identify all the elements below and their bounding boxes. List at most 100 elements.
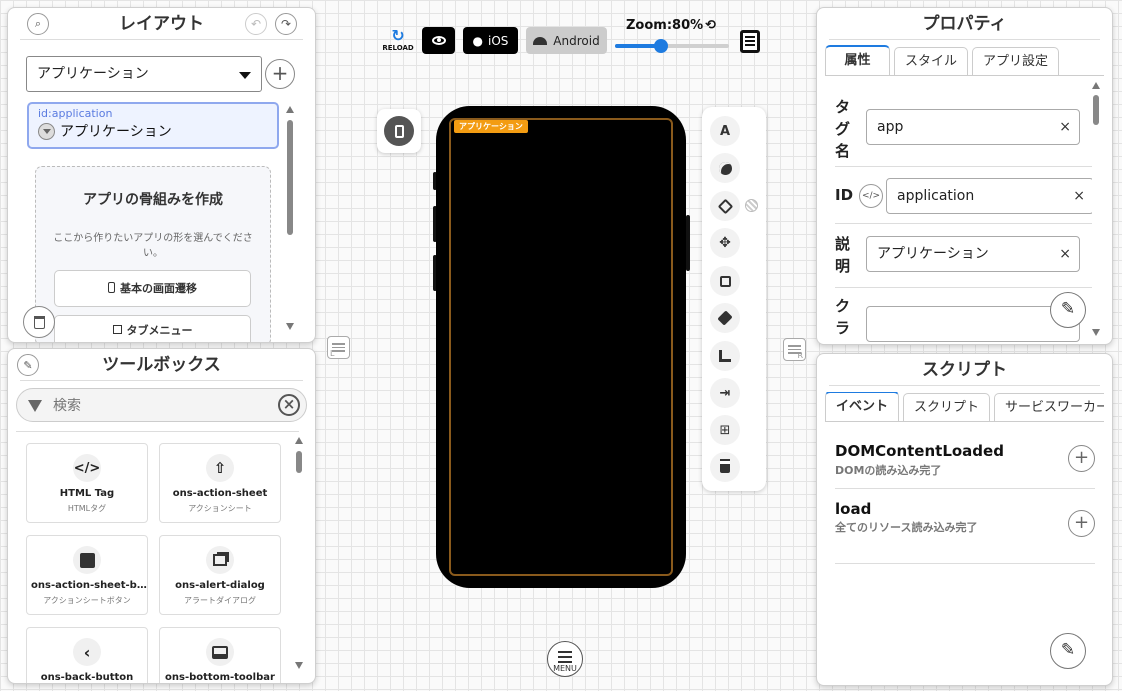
chevron-left-icon: ‹ <box>73 638 101 666</box>
clear-description-icon[interactable]: × <box>1059 237 1071 271</box>
text-icon[interactable]: A <box>710 116 740 146</box>
phone-side-button-4 <box>686 215 690 271</box>
undo-icon[interactable]: ↶ <box>245 13 267 35</box>
toolbox-card-back-button[interactable]: ‹ ons-back-button <box>26 627 148 683</box>
filter-icon <box>28 400 42 412</box>
fill-icon[interactable] <box>710 191 740 221</box>
tag-name-field[interactable]: app × <box>866 109 1080 145</box>
script-panel: スクリプト イベント スクリプト サービスワーカー DOMContentLoad… <box>816 353 1113 686</box>
toolbox-card-html-tag[interactable]: </> HTML Tag HTMLタグ <box>26 443 148 523</box>
add-event-icon[interactable]: + <box>1068 445 1095 472</box>
add-icon[interactable]: + <box>265 59 295 89</box>
reload-icon: ↻ <box>391 26 405 45</box>
android-label: Android <box>553 33 600 48</box>
skeleton-desc: ここから作りたいアプリの形を選んでください。 <box>53 233 253 259</box>
tree-item-label: アプリケーション <box>60 124 172 140</box>
toolbox-grid: </> HTML Tag HTMLタグ ⇧ ons-action-sheet ア… <box>16 431 299 683</box>
right-panel-handle[interactable]: R <box>783 338 806 361</box>
document-icon[interactable] <box>740 30 760 53</box>
id-label: ID <box>835 186 854 204</box>
phone-icon <box>108 282 115 293</box>
tab-service-worker[interactable]: サービスワーカー <box>994 393 1104 421</box>
layout-select-value: アプリケーション <box>37 66 149 82</box>
layout-panel: ⌕ レイアウト ↶ ↷ アプリケーション + id:application アプ… <box>7 7 316 343</box>
toolbox-card-action-sheet[interactable]: ⇧ ons-action-sheet アクションシート <box>159 443 281 523</box>
zoom-slider-thumb[interactable] <box>654 39 668 53</box>
edit-icon[interactable]: ✎ <box>17 354 39 376</box>
layout-select[interactable]: アプリケーション <box>26 56 262 92</box>
reload-label: RELOAD <box>382 44 414 52</box>
ios-button[interactable]: ● iOS <box>463 27 518 54</box>
class-field[interactable] <box>866 306 1080 342</box>
event-desc: 全てのリソース読み込み完了 <box>835 521 978 534</box>
tab-style[interactable]: スタイル <box>894 47 969 75</box>
tab-events[interactable]: イベント <box>825 392 900 421</box>
toolbox-panel-title: ツールボックス <box>20 349 303 381</box>
skeleton-box: アプリの骨組みを作成 ここから作りたいアプリの形を選んでください。 基本の画面遷… <box>35 166 271 342</box>
edit-icon: ✎ <box>1060 299 1076 319</box>
menu-label: MENU <box>553 664 577 673</box>
toolbox-card-bottom-toolbar[interactable]: ons-bottom-toolbar <box>159 627 281 683</box>
class-label: クラ <box>835 297 851 337</box>
edit-icon: ✎ <box>1060 640 1076 660</box>
left-panel-handle[interactable]: L <box>327 336 350 359</box>
layers-icon[interactable] <box>710 303 740 333</box>
palette-icon[interactable] <box>710 153 740 183</box>
edit-properties-button[interactable]: ✎ <box>1050 292 1086 328</box>
event-name: load <box>835 500 872 518</box>
ios-label: iOS <box>488 33 509 48</box>
preview-button[interactable] <box>422 27 455 54</box>
zoom-reset-icon[interactable]: ⟲ <box>705 18 716 33</box>
edit-script-button[interactable]: ✎ <box>1050 633 1086 669</box>
search-icon[interactable]: ⌕ <box>27 13 49 35</box>
clear-search-icon[interactable]: × <box>278 394 300 416</box>
toolbox-card-alert-dialog[interactable]: ons-alert-dialog アラートダイアログ <box>159 535 281 615</box>
menu-button[interactable]: MENU <box>547 641 583 677</box>
script-panel-title: スクリプト <box>829 354 1100 386</box>
redo-icon[interactable]: ↷ <box>275 13 297 35</box>
phone-icon <box>394 124 404 138</box>
skeleton-title: アプリの骨組みを作成 <box>83 192 223 208</box>
trash-icon[interactable] <box>710 452 740 482</box>
description-field[interactable]: アプリケーション × <box>866 236 1080 272</box>
sitemap-icon[interactable]: ⊞ <box>710 415 740 445</box>
collapse-icon[interactable] <box>38 122 55 140</box>
tab-script[interactable]: スクリプト <box>903 393 991 421</box>
element-toolbar: A ✥ ⇥ ⊞ <box>702 107 766 491</box>
code-toggle-icon[interactable]: </> <box>859 184 883 208</box>
id-field[interactable]: application × <box>886 178 1094 214</box>
properties-panel: プロパティ 属性 スタイル アプリ設定 タグ名 app × ID </> appl… <box>816 7 1113 345</box>
toolbox-card-action-sheet-button[interactable]: ons-action-sheet-b… アクションシートボタン <box>26 535 148 615</box>
device-toggle-button[interactable] <box>377 109 421 153</box>
box-icon[interactable] <box>710 266 740 296</box>
square-icon <box>73 546 101 574</box>
transparent-icon[interactable] <box>745 199 758 212</box>
indent-icon[interactable]: ⇥ <box>710 378 740 408</box>
tab-app-settings[interactable]: アプリ設定 <box>972 47 1060 75</box>
phone-frame: アプリケーション <box>436 106 686 588</box>
tab-attributes[interactable]: 属性 <box>825 45 890 75</box>
search-field[interactable]: × <box>16 388 307 422</box>
phone-screen[interactable] <box>449 118 673 576</box>
move-icon[interactable]: ✥ <box>710 228 740 258</box>
event-item[interactable]: DOMContentLoaded DOMの読み込み完了 + <box>835 442 1095 489</box>
trash-icon-button[interactable] <box>23 306 55 338</box>
zoom-label: Zoom:80% ⟲ <box>626 18 717 33</box>
search-input[interactable] <box>53 395 253 417</box>
chevron-down-icon <box>239 72 251 79</box>
clear-id-icon[interactable]: × <box>1073 179 1085 213</box>
tab-menu-button[interactable]: タブメニュー <box>54 315 251 342</box>
event-item[interactable]: load 全てのリソース読み込み完了 + <box>835 500 1095 564</box>
add-event-icon[interactable]: + <box>1068 510 1095 537</box>
toolbox-scrollbar[interactable] <box>295 437 303 669</box>
reload-button[interactable]: ↻ RELOAD <box>380 28 416 56</box>
toolbox-panel: ✎ ツールボックス × </> HTML Tag HTMLタグ ⇧ ons-ac… <box>7 348 316 684</box>
zoom-slider[interactable] <box>615 39 729 53</box>
tree-item-application[interactable]: id:application アプリケーション <box>27 102 279 149</box>
ruler-icon[interactable] <box>710 341 740 371</box>
properties-scrollbar[interactable] <box>1092 82 1100 336</box>
android-button[interactable]: Android <box>526 27 607 54</box>
clear-tag-icon[interactable]: × <box>1059 110 1071 144</box>
basic-screen-button[interactable]: 基本の画面遷移 <box>54 270 251 307</box>
layout-scrollbar[interactable] <box>286 106 294 330</box>
